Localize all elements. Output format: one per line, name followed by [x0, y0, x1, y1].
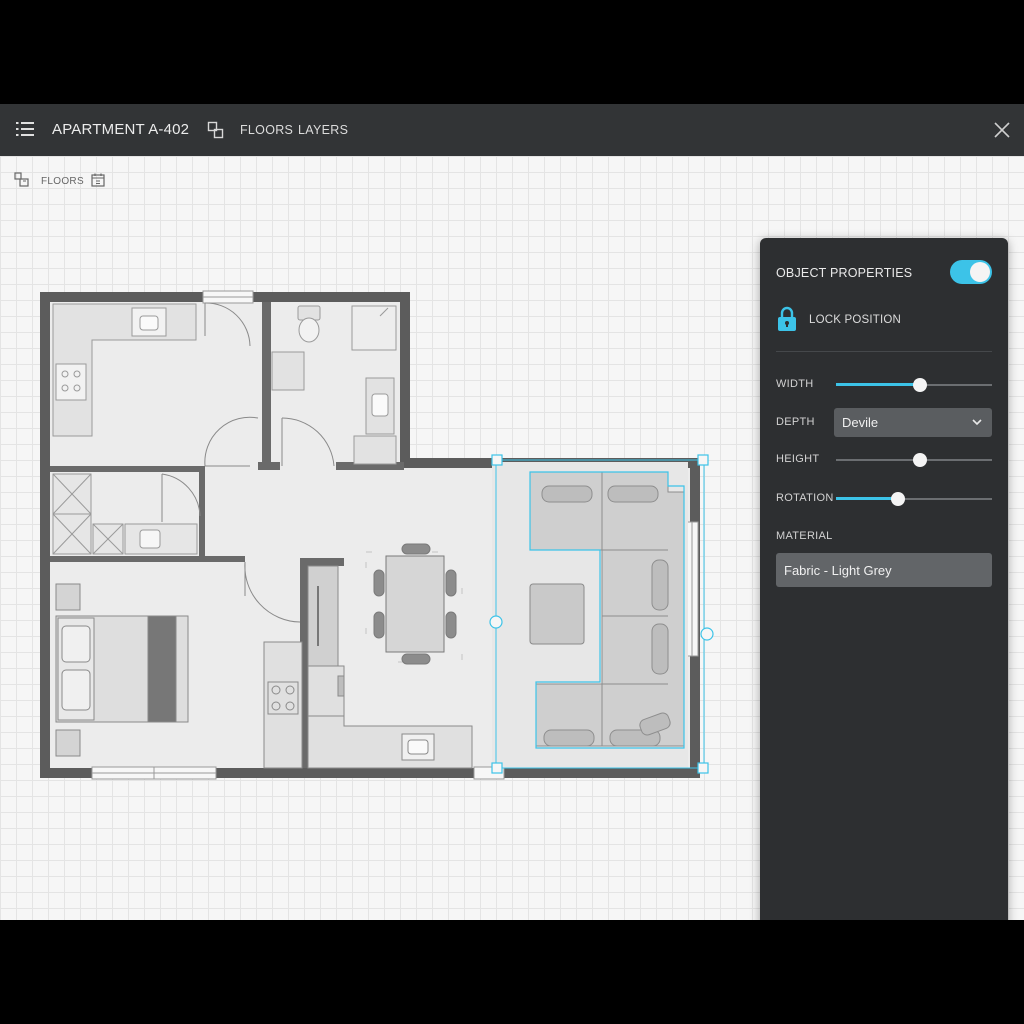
rotate-handle[interactable]: [489, 615, 503, 629]
material-field[interactable]: Fabric - Light Grey: [776, 553, 992, 587]
ottoman: [529, 583, 585, 645]
floor-plan-canvas[interactable]: FLOORS OBJECT PROPERTIES LOCK POSITION W…: [0, 156, 1024, 920]
selection-handle[interactable]: [491, 762, 503, 774]
width-slider[interactable]: [836, 378, 992, 392]
panel-title: OBJECT PROPERTIES: [776, 266, 913, 280]
depth-select[interactable]: Devile: [834, 408, 992, 437]
slider-thumb[interactable]: [913, 453, 928, 467]
object-properties-panel: OBJECT PROPERTIES LOCK POSITION WIDTH DE…: [760, 238, 1008, 920]
top-bar: APARTMENT A-402 FLOORS LAYERS: [0, 104, 1024, 156]
rotate-handle[interactable]: [700, 627, 714, 641]
height-slider[interactable]: [836, 453, 992, 467]
floors-icon[interactable]: [207, 121, 225, 139]
slider-fill: [836, 497, 899, 500]
toggle-knob: [970, 262, 990, 282]
lock-position-label[interactable]: LOCK POSITION: [809, 314, 901, 326]
lock-icon[interactable]: [776, 306, 798, 332]
selection-handle[interactable]: [491, 454, 503, 466]
panel-divider: [776, 351, 992, 352]
height-label: HEIGHT: [776, 453, 820, 465]
chevron-down-icon: [972, 419, 982, 426]
rotation-slider[interactable]: [836, 492, 992, 506]
slider-thumb[interactable]: [913, 378, 928, 392]
close-icon[interactable]: [992, 120, 1012, 140]
width-label: WIDTH: [776, 378, 814, 390]
selection-handle[interactable]: [697, 762, 709, 774]
rotation-label: ROTATION: [776, 492, 834, 504]
depth-value: Devile: [842, 415, 879, 430]
material-label: MATERIAL: [776, 530, 833, 542]
menu-icon[interactable]: [16, 121, 34, 137]
app-window: APARTMENT A-402 FLOORS LAYERS FLOORS OBJ…: [0, 104, 1024, 920]
slider-fill: [836, 383, 921, 386]
tab-floors[interactable]: FLOORS: [240, 123, 293, 137]
selection-handle[interactable]: [697, 454, 709, 466]
depth-label: DEPTH: [776, 416, 815, 428]
project-title: APARTMENT A-402: [52, 121, 190, 138]
material-value: Fabric - Light Grey: [784, 563, 892, 578]
tab-layers[interactable]: LAYERS: [298, 123, 348, 137]
properties-toggle[interactable]: [950, 260, 992, 284]
slider-thumb[interactable]: [891, 492, 906, 506]
